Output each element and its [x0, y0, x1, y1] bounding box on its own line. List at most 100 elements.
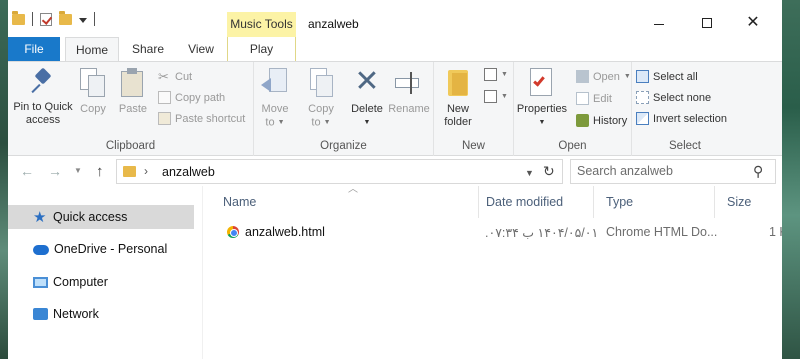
nav-item-onedrive[interactable]: OneDrive - Personal: [8, 237, 194, 261]
file-date-modified: ۱۴۰۴/۰۵/۰۱ ب ۰۷:۳۴.: [485, 226, 599, 240]
new-folder-icon[interactable]: [59, 10, 72, 25]
select-none-button[interactable]: Select none: [636, 91, 711, 104]
table-row[interactable]: anzalweb.html ۱۴۰۴/۰۵/۰۱ ب ۰۷:۳۴. Chrome…: [203, 221, 782, 245]
invert-selection-button[interactable]: Invert selection: [636, 112, 727, 125]
scissors-icon: ✂: [158, 69, 169, 84]
dropdown-arrow-icon: ▼: [501, 93, 508, 100]
properties-button[interactable]: Properties ▼: [514, 68, 570, 129]
column-header-date-modified[interactable]: Date modified: [474, 186, 594, 218]
nav-item-label: OneDrive - Personal: [54, 242, 168, 256]
nav-item-label: Quick access: [53, 210, 128, 224]
clipboard-group-label: Clipboard: [105, 140, 156, 152]
maximize-button[interactable]: [684, 12, 730, 36]
customize-toolbar-dropdown-icon[interactable]: [79, 17, 87, 23]
properties-icon[interactable]: [40, 12, 52, 26]
new-group-label: New: [461, 140, 485, 152]
recent-locations-chevron-icon[interactable]: ▼: [74, 166, 82, 175]
select-group: Select all Select none Invert selection …: [632, 62, 738, 156]
network-icon: [33, 308, 48, 320]
tab-file[interactable]: File: [8, 37, 60, 61]
search-input[interactable]: [577, 164, 747, 178]
copy-path-label: Copy path: [175, 91, 226, 104]
file-list: ︿ Name Date modified Type Size anzalweb.…: [203, 184, 782, 359]
copy-icon: [80, 68, 106, 98]
paste-shortcut-label: Paste shortcut: [175, 112, 246, 125]
move-to-button[interactable]: Move to ▼: [258, 68, 292, 129]
minimize-button[interactable]: [636, 12, 682, 36]
tab-home[interactable]: Home: [65, 37, 119, 62]
new-folder-label-1: New: [446, 103, 469, 115]
paste-label: Paste: [118, 103, 148, 115]
nav-item-quick-access[interactable]: ★ Quick access: [8, 205, 194, 229]
quick-access-toolbar: [12, 10, 95, 26]
open-button[interactable]: Open ▼: [576, 70, 631, 83]
search-box[interactable]: ⚲: [570, 159, 776, 184]
copy-to-label-1: Copy: [308, 103, 334, 115]
history-icon: [576, 114, 589, 127]
delete-button[interactable]: ✕ Delete ▼: [348, 65, 386, 129]
open-icon: [576, 70, 589, 83]
easy-access-button[interactable]: ▼: [484, 90, 508, 103]
search-icon[interactable]: ⚲: [753, 163, 763, 180]
pin-to-quick-access-button[interactable]: Pin to Quick access: [10, 68, 76, 127]
computer-icon: [33, 276, 48, 288]
select-all-label: Select all: [653, 70, 698, 83]
ribbon-home: Pin to Quick access Copy Paste ✂ Cut Cop…: [8, 61, 782, 156]
rename-button[interactable]: Rename: [388, 68, 430, 116]
move-to-label-2: to: [265, 116, 275, 129]
column-header-label: Date modified: [486, 195, 564, 209]
open-label: Open: [593, 70, 620, 83]
address-bar[interactable]: › anzalweb ▼ ↻: [116, 159, 563, 184]
close-button[interactable]: ✕: [730, 12, 776, 36]
edit-button[interactable]: Edit: [576, 92, 612, 105]
column-header-label: Name: [223, 195, 257, 209]
nav-item-label: Computer: [53, 275, 108, 289]
tab-share[interactable]: Share: [124, 37, 172, 61]
paste-button[interactable]: Paste: [114, 68, 152, 116]
new-folder-button[interactable]: New folder: [438, 68, 478, 129]
breadcrumb-anzalweb[interactable]: anzalweb: [162, 165, 215, 179]
navigation-pane: ★ Quick access OneDrive - Personal Compu…: [8, 186, 202, 359]
toolbar-divider: [32, 12, 33, 26]
history-label: History: [593, 114, 628, 127]
maximize-icon: [702, 18, 712, 28]
copy-to-button[interactable]: Copy to ▼: [304, 68, 338, 129]
window-title: anzalweb: [308, 17, 359, 31]
cut-button[interactable]: ✂ Cut: [158, 70, 192, 83]
copy-path-button[interactable]: Copy path: [158, 91, 225, 104]
edit-icon: [576, 92, 589, 105]
dropdown-arrow-icon: ▼: [277, 119, 285, 126]
properties-icon: [529, 68, 555, 98]
organize-group: Move to ▼ Copy to ▼ ✕ Delete ▼ Rename Or…: [254, 62, 434, 156]
ribbon-tabs: File Home Share View Play ︿ ?: [8, 37, 782, 96]
select-all-button[interactable]: Select all: [636, 70, 698, 83]
copy-button[interactable]: Copy: [76, 68, 110, 116]
copy-label: Copy: [80, 103, 106, 115]
nav-item-computer[interactable]: Computer: [8, 270, 194, 294]
cut-label: Cut: [175, 70, 193, 83]
copy-to-label-2: to: [311, 116, 321, 129]
column-header-size[interactable]: Size: [715, 186, 782, 218]
refresh-icon[interactable]: ↻: [543, 163, 555, 180]
forward-arrow-icon[interactable]: →: [48, 163, 62, 179]
back-arrow-icon[interactable]: ←: [20, 163, 34, 179]
column-header-name[interactable]: ︿ Name: [211, 184, 479, 218]
address-dropdown-icon[interactable]: ▼: [525, 168, 534, 178]
navigation-bar: ← → ▼ ↑ › anzalweb ▼ ↻ ⚲: [8, 156, 782, 186]
history-button[interactable]: History: [576, 114, 627, 127]
delete-x-icon: ✕: [354, 65, 380, 98]
dropdown-arrow-icon: ▼: [323, 119, 331, 126]
minimize-icon: [654, 24, 664, 25]
paste-shortcut-button[interactable]: Paste shortcut: [158, 112, 245, 125]
tab-view[interactable]: View: [178, 37, 224, 61]
nav-item-network[interactable]: Network: [8, 302, 194, 326]
pin-label: Pin to Quick access: [13, 101, 73, 126]
rename-icon: [395, 68, 423, 98]
up-arrow-icon[interactable]: ↑: [96, 163, 104, 180]
tab-play[interactable]: Play: [227, 37, 296, 61]
new-item-button[interactable]: ▼: [484, 68, 508, 81]
column-header-type[interactable]: Type: [594, 186, 715, 218]
desktop-wallpaper-left: [0, 0, 8, 359]
breadcrumb-chevron-icon[interactable]: ›: [144, 164, 148, 178]
copy-path-icon: [158, 91, 171, 104]
